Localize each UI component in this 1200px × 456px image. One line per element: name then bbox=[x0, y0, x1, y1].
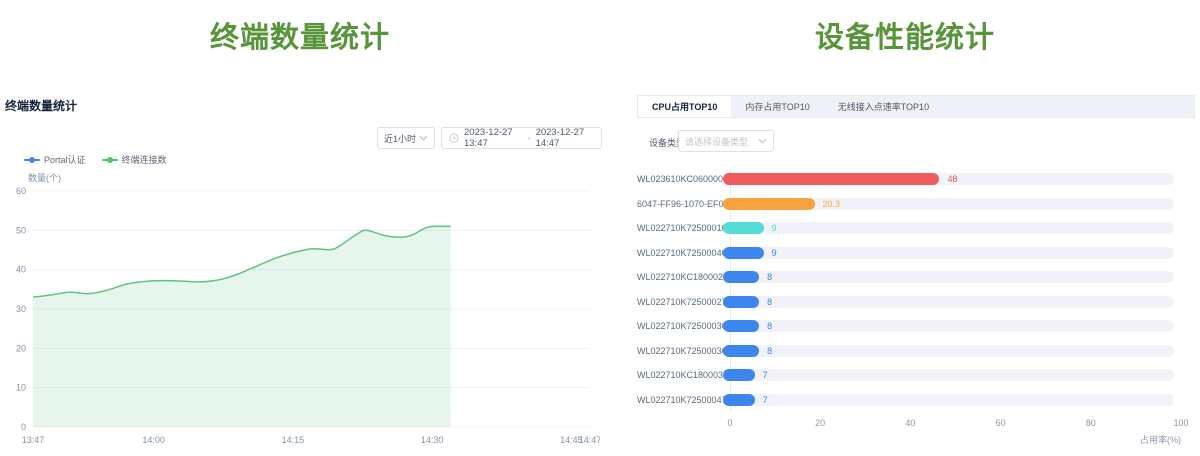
clock-icon bbox=[449, 133, 459, 143]
bar-category-label: WL022710K725000272 bbox=[637, 297, 723, 307]
legend-label: Portal认证 bbox=[44, 153, 86, 166]
bar-category-label: WL022710K725000102 bbox=[637, 223, 723, 233]
bar-value-label: 8 bbox=[767, 297, 772, 307]
tab-inactive[interactable]: 无线接入点速率TOP10 bbox=[824, 96, 943, 117]
legend-item[interactable]: 终端连接数 bbox=[102, 153, 167, 166]
bar-x-tick-label: 60 bbox=[996, 418, 1006, 428]
chart-legend: Portal认证 终端连接数 bbox=[24, 153, 167, 166]
y-tick-label: 20 bbox=[16, 343, 26, 353]
legend-label: 终端连接数 bbox=[122, 153, 167, 166]
right-section-title: 设备性能统计 bbox=[615, 14, 1195, 56]
bar-fill bbox=[723, 369, 755, 381]
bar-row[interactable]: WL022710K725000272 8 bbox=[637, 290, 1195, 315]
bar-value-label: 20.3 bbox=[823, 199, 841, 209]
y-tick-label: 50 bbox=[16, 225, 26, 235]
y-tick-label: 30 bbox=[16, 304, 26, 314]
y-axis-label: 数量(个) bbox=[28, 171, 61, 184]
bar-category-label: WL022710K725000307 bbox=[637, 321, 723, 331]
bar-x-tick-label: 0 bbox=[727, 418, 732, 428]
terminal-count-line-chart: 010203040506013:4714:0014:1514:3014:4514… bbox=[0, 186, 600, 448]
bar-fill bbox=[723, 320, 759, 332]
bar-value-label: 9 bbox=[772, 248, 777, 258]
bar-x-tick-label: 20 bbox=[815, 418, 825, 428]
date-start: 2023-12-27 13:47 bbox=[464, 127, 522, 149]
cpu-top10-bar-chart: WL023610KC06000043 48 6047-FF96-1070-EF0A 2… bbox=[637, 167, 1195, 452]
bar-row[interactable]: WL022710K725000102 9 bbox=[637, 216, 1195, 241]
bar-value-label: 8 bbox=[767, 346, 772, 356]
bar-track: 8 bbox=[723, 296, 1174, 308]
bar-chart-x-ticks: 020406080100 bbox=[730, 418, 1181, 430]
bar-category-label: WL022710K725000369 bbox=[637, 346, 723, 356]
bar-row[interactable]: WL022710K725000409 9 bbox=[637, 241, 1195, 266]
x-tick-label: 14:15 bbox=[282, 435, 305, 445]
bar-fill bbox=[723, 222, 764, 234]
bar-value-label: 7 bbox=[763, 395, 768, 405]
bar-row[interactable]: WL022710K725000369 8 bbox=[637, 339, 1195, 364]
chevron-down-icon bbox=[419, 135, 428, 141]
x-axis-label: 占用率(%) bbox=[637, 433, 1181, 446]
bar-value-label: 8 bbox=[767, 272, 772, 282]
bar-category-label: WL022710KC18000372 bbox=[637, 370, 723, 380]
bar-fill bbox=[723, 394, 755, 406]
bar-value-label: 8 bbox=[767, 321, 772, 331]
bar-row[interactable]: WL022710K725000470 7 bbox=[637, 388, 1195, 413]
bar-track: 7 bbox=[723, 394, 1174, 406]
y-tick-label: 60 bbox=[16, 186, 26, 196]
bar-row[interactable]: WL023610KC06000043 48 bbox=[637, 167, 1195, 192]
device-type-select[interactable]: 请选择设备类型 bbox=[678, 130, 774, 152]
legend-marker-icon bbox=[24, 159, 40, 161]
bar-value-label: 48 bbox=[947, 174, 957, 184]
bar-value-label: 9 bbox=[772, 223, 777, 233]
left-panel-title: 终端数量统计 bbox=[5, 97, 77, 114]
date-end: 2023-12-27 14:47 bbox=[536, 127, 594, 149]
bar-fill bbox=[723, 198, 815, 210]
device-type-placeholder: 请选择设备类型 bbox=[685, 135, 748, 148]
x-tick-label: 13:47 bbox=[22, 435, 45, 445]
bar-fill bbox=[723, 247, 764, 259]
bar-row[interactable]: WL022710KC18000280 8 bbox=[637, 265, 1195, 290]
tab-active[interactable]: CPU占用TOP10 bbox=[638, 96, 731, 117]
date-separator: - bbox=[527, 133, 530, 144]
bar-category-label: WL022710K725000409 bbox=[637, 248, 723, 258]
y-tick-label: 10 bbox=[16, 383, 26, 393]
bar-track: 7 bbox=[723, 369, 1174, 381]
area-fill bbox=[33, 226, 451, 427]
x-tick-label: 14:47 bbox=[579, 435, 600, 445]
bar-value-label: 7 bbox=[763, 370, 768, 380]
bar-track: 8 bbox=[723, 345, 1174, 357]
bar-fill bbox=[723, 173, 939, 185]
left-section-title: 终端数量统计 bbox=[0, 14, 600, 56]
bar-category-label: WL023610KC06000043 bbox=[637, 174, 723, 184]
performance-tabs: CPU占用TOP10内存占用TOP10无线接入点速率TOP10 bbox=[637, 95, 1195, 118]
y-tick-label: 40 bbox=[16, 265, 26, 275]
bar-track: 9 bbox=[723, 222, 1174, 234]
bar-category-label: 6047-FF96-1070-EF0A bbox=[637, 199, 723, 209]
bar-x-tick-label: 40 bbox=[905, 418, 915, 428]
bar-track: 8 bbox=[723, 320, 1174, 332]
bar-category-label: WL022710K725000470 bbox=[637, 395, 723, 405]
time-range-value: 近1小时 bbox=[384, 132, 416, 145]
bar-row[interactable]: 6047-FF96-1070-EF0A 20.3 bbox=[637, 192, 1195, 217]
bar-row[interactable]: WL022710KC18000372 7 bbox=[637, 363, 1195, 388]
bar-track: 20.3 bbox=[723, 198, 1174, 210]
date-range-picker[interactable]: 2023-12-27 13:47 - 2023-12-27 14:47 bbox=[441, 127, 602, 149]
chevron-down-icon bbox=[758, 138, 767, 144]
bar-track: 9 bbox=[723, 247, 1174, 259]
legend-marker-icon bbox=[102, 159, 118, 161]
y-tick-label: 0 bbox=[21, 422, 26, 432]
x-tick-label: 14:30 bbox=[421, 435, 444, 445]
bar-fill bbox=[723, 296, 759, 308]
bar-row[interactable]: WL022710K725000307 8 bbox=[637, 314, 1195, 339]
bar-track: 48 bbox=[723, 173, 1174, 185]
bar-fill bbox=[723, 271, 759, 283]
bar-x-tick-label: 80 bbox=[1086, 418, 1096, 428]
bar-category-label: WL022710KC18000280 bbox=[637, 272, 723, 282]
bar-fill bbox=[723, 345, 759, 357]
time-range-select[interactable]: 近1小时 bbox=[377, 127, 435, 149]
bar-track: 8 bbox=[723, 271, 1174, 283]
bar-x-tick-label: 100 bbox=[1173, 418, 1188, 428]
tab-inactive[interactable]: 内存占用TOP10 bbox=[731, 96, 823, 117]
legend-item[interactable]: Portal认证 bbox=[24, 153, 86, 166]
x-tick-label: 14:00 bbox=[142, 435, 165, 445]
